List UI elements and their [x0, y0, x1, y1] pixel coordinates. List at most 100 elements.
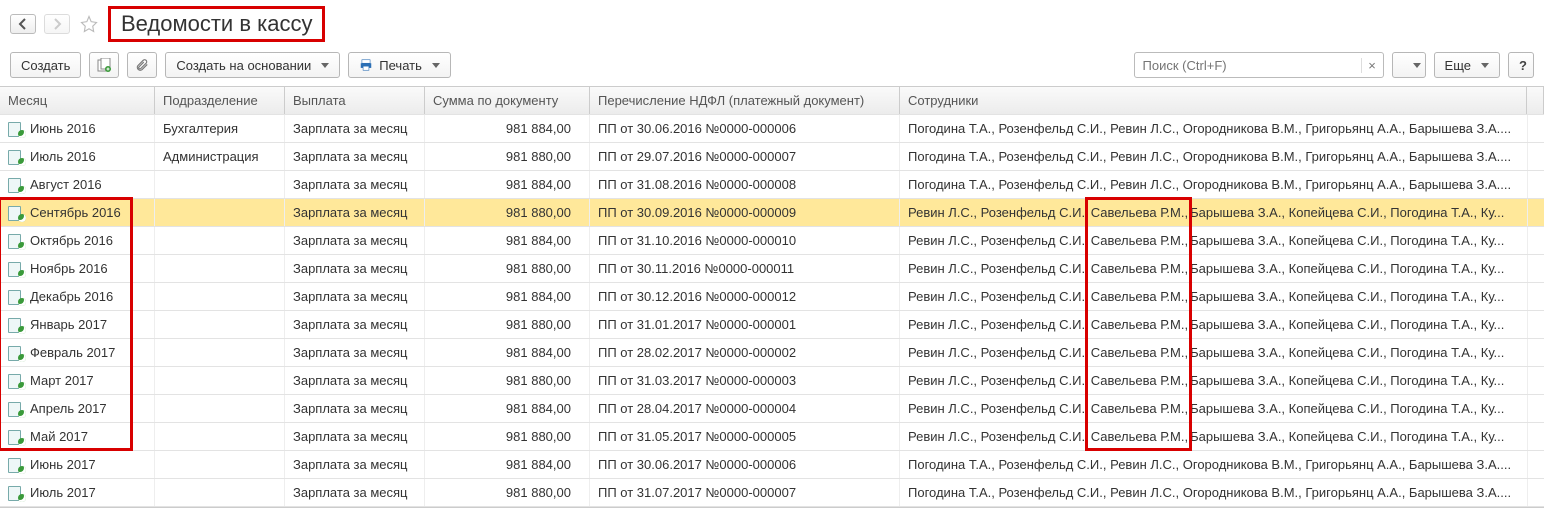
cell-month: Июль 2016	[0, 143, 155, 170]
print-label: Печать	[379, 58, 422, 73]
search-box: ×	[1134, 52, 1384, 78]
cell-spacer	[1528, 479, 1544, 506]
cell-employees: Ревин Л.С., Розенфельд С.И., Савельева Р…	[900, 283, 1528, 310]
cell-ndfl: ПП от 31.03.2017 №0000-000003	[590, 367, 900, 394]
cell-spacer	[1528, 143, 1544, 170]
cell-dept	[155, 199, 285, 226]
cell-spacer	[1528, 311, 1544, 338]
emp-left: Ревин Л.С., Розенфельд С.И.,	[908, 429, 1089, 444]
table-row[interactable]: Февраль 2017Зарплата за месяц981 884,00П…	[0, 339, 1544, 367]
cell-payout: Зарплата за месяц	[285, 367, 425, 394]
cell-dept: Бухгалтерия	[155, 115, 285, 142]
table-row[interactable]: Май 2017Зарплата за месяц981 880,00ПП от…	[0, 423, 1544, 451]
document-icon	[8, 402, 24, 416]
col-payout[interactable]: Выплата	[285, 87, 425, 114]
table-row[interactable]: Сентябрь 2016Зарплата за месяц981 880,00…	[0, 199, 1544, 227]
cell-ndfl: ПП от 30.06.2016 №0000-000006	[590, 115, 900, 142]
emp-left: Ревин Л.С., Розенфельд С.И.,	[908, 401, 1089, 416]
print-button[interactable]: Печать	[348, 52, 451, 78]
table-row[interactable]: Январь 2017 Зарплата за месяц981 880,00ПП…	[0, 311, 1544, 339]
col-dept[interactable]: Подразделение	[155, 87, 285, 114]
search-input[interactable]	[1135, 58, 1361, 73]
table-row[interactable]: Август 2016Зарплата за месяц981 884,00ПП…	[0, 171, 1544, 199]
cell-sum: 981 880,00	[425, 367, 590, 394]
nav-back-button[interactable]	[10, 14, 36, 34]
help-button[interactable]: ?	[1508, 52, 1534, 78]
cell-sum: 981 880,00	[425, 311, 590, 338]
cell-employees: Погодина Т.А., Розенфельд С.И., Ревин Л.…	[900, 451, 1528, 478]
table-row[interactable]: Апрель 2017Зарплата за месяц981 884,00ПП…	[0, 395, 1544, 423]
document-icon	[8, 486, 24, 500]
document-icon	[8, 290, 24, 304]
document-icon	[8, 206, 24, 220]
cell-employees: Ревин Л.С., Розенфельд С.И., Савельева Р…	[900, 255, 1528, 282]
emp-left: Ревин Л.С., Розенфельд С.И.,	[908, 345, 1089, 360]
emp-left: Ревин Л.С., Розенфельд С.И.,	[908, 373, 1089, 388]
more-label: Еще	[1445, 58, 1471, 73]
col-employees[interactable]: Сотрудники	[900, 87, 1527, 114]
more-button[interactable]: Еще	[1434, 52, 1500, 78]
cell-ndfl: ПП от 28.02.2017 №0000-000002	[590, 339, 900, 366]
chevron-down-icon	[1413, 63, 1421, 68]
table-row[interactable]: Декабрь 2016Зарплата за месяц981 884,00П…	[0, 283, 1544, 311]
month-text: Июль 2016	[30, 149, 96, 164]
col-spacer	[1527, 87, 1544, 114]
table-row[interactable]: Ноябрь 2016Зарплата за месяц981 880,00ПП…	[0, 255, 1544, 283]
document-icon	[8, 458, 24, 472]
cell-month: Июнь 2016	[0, 115, 155, 142]
chevron-down-icon	[1481, 63, 1489, 68]
attach-button[interactable]	[127, 52, 157, 78]
find-button[interactable]	[1392, 52, 1426, 78]
cell-sum: 981 884,00	[425, 227, 590, 254]
cell-dept	[155, 227, 285, 254]
cell-payout: Зарплата за месяц	[285, 115, 425, 142]
cell-employees: Ревин Л.С., Розенфельд С.И., Савельева Р…	[900, 199, 1528, 226]
cell-payout: Зарплата за месяц	[285, 311, 425, 338]
cell-employees: Ревин Л.С., Розенфельд С.И., Савельева Р…	[900, 367, 1528, 394]
cell-month: Август 2016	[0, 171, 155, 198]
col-month[interactable]: Месяц	[0, 87, 155, 114]
table-header: Месяц Подразделение Выплата Сумма по док…	[0, 87, 1544, 115]
favorite-star-icon[interactable]	[78, 13, 100, 35]
cell-payout: Зарплата за месяц	[285, 423, 425, 450]
col-ndfl[interactable]: Перечисление НДФЛ (платежный документ)	[590, 87, 900, 114]
emp-left: Ревин Л.С., Розенфельд С.И.,	[908, 261, 1089, 276]
table-row[interactable]: Июль 2017Зарплата за месяц981 880,00ПП о…	[0, 479, 1544, 507]
cell-month: Июль 2017	[0, 479, 155, 506]
table-row[interactable]: Июль 2016АдминистрацияЗарплата за месяц9…	[0, 143, 1544, 171]
create-copy-button[interactable]	[89, 52, 119, 78]
cell-dept	[155, 311, 285, 338]
create-based-on-button[interactable]: Создать на основании	[165, 52, 340, 78]
month-text: Ноябрь 2016	[30, 261, 108, 276]
toolbar: Создать Создать на основании Печать × Ещ…	[0, 52, 1544, 86]
emp-right: Барышева З.А., Копейцева С.И., Погодина …	[1190, 401, 1519, 416]
page-title: Ведомости в кассу	[121, 11, 312, 36]
cell-ndfl: ПП от 30.09.2016 №0000-000009	[590, 199, 900, 226]
create-button[interactable]: Создать	[10, 52, 81, 78]
create-based-label: Создать на основании	[176, 58, 311, 73]
chevron-down-icon	[432, 63, 440, 68]
topbar: Ведомости в кассу	[0, 0, 1544, 52]
emp-highlighted-name: Савельева Р.М.,	[1089, 429, 1190, 444]
search-clear-button[interactable]: ×	[1361, 58, 1383, 73]
document-icon	[8, 150, 24, 164]
cell-ndfl: ПП от 30.12.2016 №0000-000012	[590, 283, 900, 310]
cell-sum: 981 880,00	[425, 143, 590, 170]
cell-month: Сентябрь 2016	[0, 199, 155, 226]
cell-payout: Зарплата за месяц	[285, 227, 425, 254]
cell-employees: Ревин Л.С., Розенфельд С.И., Савельева Р…	[900, 423, 1528, 450]
cell-sum: 981 884,00	[425, 283, 590, 310]
cell-ndfl: ПП от 31.01.2017 №0000-000001	[590, 311, 900, 338]
table-row[interactable]: Октябрь 2016Зарплата за месяц981 884,00П…	[0, 227, 1544, 255]
month-text: Октябрь 2016	[30, 233, 113, 248]
cell-spacer	[1528, 199, 1544, 226]
table-row[interactable]: Июнь 2017Зарплата за месяц981 884,00ПП о…	[0, 451, 1544, 479]
month-text: Январь 2017	[30, 317, 107, 332]
col-sum[interactable]: Сумма по документу	[425, 87, 590, 114]
emp-left: Ревин Л.С., Розенфельд С.И.,	[908, 289, 1089, 304]
nav-forward-button[interactable]	[44, 14, 70, 34]
cell-month: Февраль 2017	[0, 339, 155, 366]
table-row[interactable]: Июнь 2016БухгалтерияЗарплата за месяц981…	[0, 115, 1544, 143]
month-text: Август 2016	[30, 177, 102, 192]
table-row[interactable]: Март 2017Зарплата за месяц981 880,00ПП о…	[0, 367, 1544, 395]
